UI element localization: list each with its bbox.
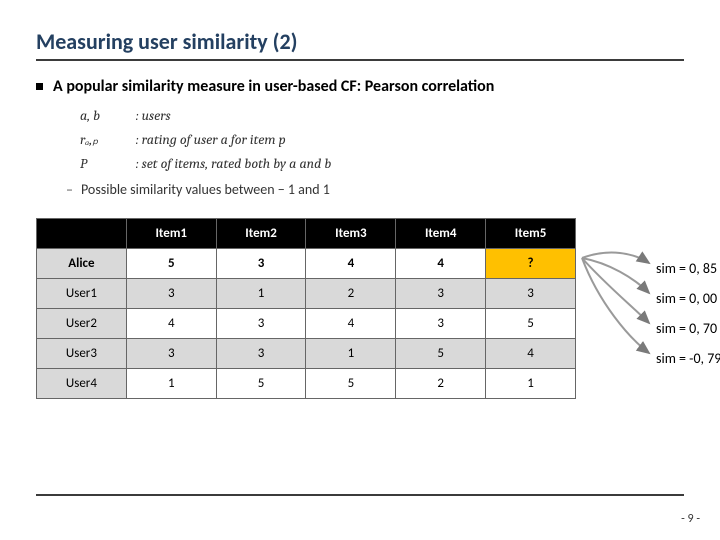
cell: 3 — [396, 279, 486, 309]
cell: 1 — [126, 369, 216, 399]
table-row: User1 3 1 2 3 3 — [37, 279, 576, 309]
def-symbol: rₐ,ₚ — [80, 128, 126, 152]
cell: 5 — [126, 249, 216, 279]
row-label: User3 — [37, 339, 127, 369]
def-desc: : users — [136, 104, 171, 128]
row-label: User2 — [37, 309, 127, 339]
cell: 5 — [486, 309, 576, 339]
slide: Measuring user similarity (2) A popular … — [0, 0, 720, 540]
row-label: User4 — [37, 369, 127, 399]
sim-value: sim = 0, 70 — [656, 314, 720, 344]
table-row: User4 1 5 5 2 1 — [37, 369, 576, 399]
similarity-list: sim = 0, 85 sim = 0, 00 sim = 0, 70 sim … — [656, 254, 720, 374]
cell: 1 — [306, 339, 396, 369]
sub-bullet: –Possible similarity values between − 1 … — [66, 181, 684, 198]
cell: 5 — [306, 369, 396, 399]
cell: 3 — [216, 309, 306, 339]
row-label: Alice — [37, 249, 127, 279]
cell: 3 — [486, 279, 576, 309]
def-symbol: P — [80, 152, 126, 176]
main-bullet: A popular similarity measure in user-bas… — [36, 77, 684, 96]
cell: 2 — [396, 369, 486, 399]
row-label: User1 — [37, 279, 127, 309]
dash-icon: – — [66, 181, 73, 198]
cell: 5 — [396, 339, 486, 369]
def-desc: : rating of user a for item p — [136, 128, 286, 152]
header-cell — [37, 219, 127, 249]
cell: 4 — [126, 309, 216, 339]
table-row: User3 3 3 1 5 4 — [37, 339, 576, 369]
sub-bullet-text: Possible similarity values between − 1 a… — [81, 181, 330, 198]
cell: 2 — [306, 279, 396, 309]
header-cell: Item1 — [126, 219, 216, 249]
arrows-icon — [579, 248, 653, 398]
def-row: P : set of items, rated both by a and b — [80, 152, 684, 176]
table-area: Item1 Item2 Item3 Item4 Item5 Alice 5 3 … — [36, 218, 684, 399]
def-row: a, b : users — [80, 104, 684, 128]
ratings-table: Item1 Item2 Item3 Item4 Item5 Alice 5 3 … — [36, 218, 576, 399]
cell: 4 — [396, 249, 486, 279]
sim-value: sim = 0, 00 — [656, 284, 720, 314]
cell: 3 — [216, 249, 306, 279]
def-symbol: a, b — [80, 104, 126, 128]
definitions-list: a, b : users rₐ,ₚ : rating of user a for… — [80, 104, 684, 175]
header-cell: Item5 — [486, 219, 576, 249]
cell: 3 — [216, 339, 306, 369]
sim-value: sim = 0, 85 — [656, 254, 720, 284]
cell: 3 — [396, 309, 486, 339]
cell: 3 — [126, 279, 216, 309]
bullet-square-icon — [36, 83, 43, 90]
cell: 1 — [486, 369, 576, 399]
unknown-cell: ? — [486, 249, 576, 279]
header-cell: Item4 — [396, 219, 486, 249]
cell: 5 — [216, 369, 306, 399]
main-bullet-text: A popular similarity measure in user-bas… — [53, 77, 494, 96]
table-header-row: Item1 Item2 Item3 Item4 Item5 — [37, 219, 576, 249]
cell: 4 — [306, 309, 396, 339]
title-underline — [36, 59, 684, 61]
header-cell: Item2 — [216, 219, 306, 249]
cell: 4 — [306, 249, 396, 279]
footer-rule — [36, 494, 684, 496]
table-row: Alice 5 3 4 4 ? — [37, 249, 576, 279]
page-number: - 9 - — [681, 512, 700, 526]
header-cell: Item3 — [306, 219, 396, 249]
cell: 3 — [126, 339, 216, 369]
slide-title: Measuring user similarity (2) — [36, 28, 684, 55]
table-row: User2 4 3 4 3 5 — [37, 309, 576, 339]
cell: 4 — [486, 339, 576, 369]
cell: 1 — [216, 279, 306, 309]
sim-value: sim = -0, 79 — [656, 344, 720, 374]
def-desc: : set of items, rated both by a and b — [136, 152, 331, 176]
def-row: rₐ,ₚ : rating of user a for item p — [80, 128, 684, 152]
